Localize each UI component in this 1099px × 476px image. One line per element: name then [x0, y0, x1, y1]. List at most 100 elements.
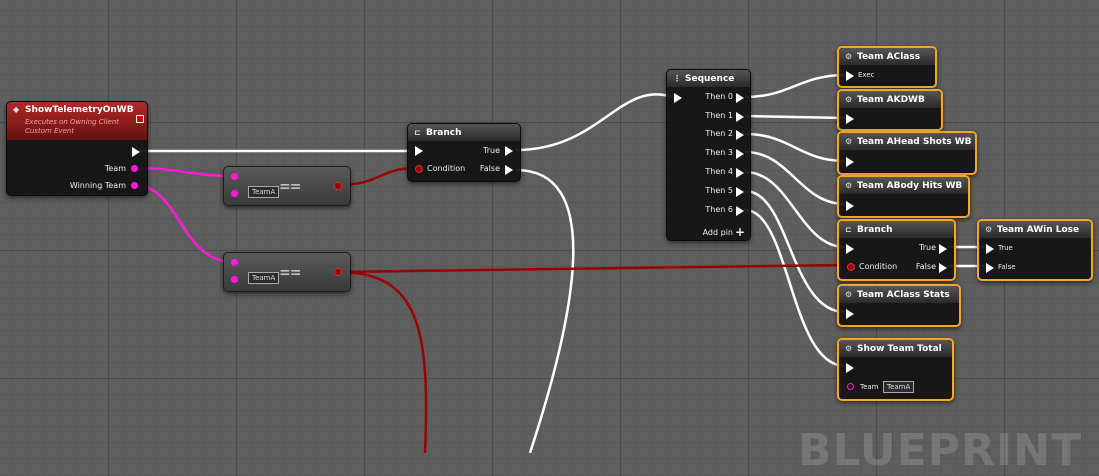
- equal-enum-node-2[interactable]: TeamA ==: [223, 252, 351, 292]
- bool-wire: [337, 270, 428, 453]
- show-team-total-exec-pin[interactable]: [846, 363, 854, 373]
- team-output-pin[interactable]: [131, 165, 138, 172]
- show-team-total-node[interactable]: ⚙ Show Team Total Team TeamA: [837, 338, 954, 401]
- branch2-false-pin[interactable]: [939, 263, 947, 273]
- add-pin-plus-icon[interactable]: +: [735, 225, 745, 239]
- sequence-then-5-pin[interactable]: [736, 187, 744, 197]
- branch1-condition-label: Condition: [427, 164, 466, 173]
- branch2-true-pin[interactable]: [939, 244, 947, 254]
- blueprint-watermark: BLUEPRINT: [798, 425, 1083, 476]
- eq2-input-b-pin[interactable]: [231, 276, 238, 283]
- team-aclass-stats-node[interactable]: ⚙ Team AClass Stats: [837, 284, 961, 327]
- sequence-exec-in-pin[interactable]: [674, 93, 682, 103]
- sequence-then-6-pin[interactable]: [736, 206, 744, 216]
- sequence-add-pin-label[interactable]: Add pin: [703, 228, 733, 237]
- exec-wire: [515, 168, 575, 453]
- team-awin-lose-false-pin[interactable]: [986, 263, 994, 273]
- branch1-condition-pin[interactable]: [415, 165, 423, 173]
- team-aclass-title: Team AClass: [857, 52, 921, 62]
- team-ahead-shots-exec-pin[interactable]: [846, 157, 854, 167]
- custom-event-node[interactable]: ◆ ShowTelemetryOnWB Executes on Owning Cl…: [6, 101, 148, 196]
- team-akdwb-node[interactable]: ⚙ Team AKDWB: [837, 89, 943, 131]
- team-awin-lose-true-pin[interactable]: [986, 244, 994, 254]
- team-abody-hits-header: ⚙ Team ABody Hits WB: [839, 177, 968, 194]
- branch2-header: ⊏ Branch: [839, 221, 954, 238]
- sequence-then-2-label: Then 2: [705, 129, 733, 138]
- team-aclass-stats-title: Team AClass Stats: [857, 290, 950, 300]
- team-ahead-shots-node[interactable]: ⚙ Team AHead Shots WB: [837, 131, 977, 175]
- branch2-exec-in-pin[interactable]: [846, 244, 854, 254]
- exec-wire: [515, 93, 673, 152]
- team-aclass-stats-header: ⚙ Team AClass Stats: [839, 286, 959, 303]
- function-icon: ⚙: [845, 181, 853, 190]
- winning-team-output-pin[interactable]: [131, 182, 138, 189]
- team-awin-lose-header: ⚙ Team AWin Lose: [979, 221, 1091, 238]
- event-exec-out-pin[interactable]: [132, 147, 140, 157]
- sequence-then-2-pin[interactable]: [736, 130, 744, 140]
- event-subtitle-2: Custom Event: [25, 127, 75, 135]
- branch1-false-label: False: [479, 164, 500, 173]
- eq2-input-a-pin[interactable]: [231, 259, 238, 266]
- team-abody-hits-node[interactable]: ⚙ Team ABody Hits WB: [837, 175, 970, 218]
- sequence-then-5-label: Then 5: [705, 186, 733, 195]
- event-delegate-pin[interactable]: [136, 115, 144, 123]
- sequence-then-1-label: Then 1: [705, 111, 733, 120]
- branch1-exec-in-pin[interactable]: [415, 146, 423, 156]
- branch2-true-label: True: [919, 243, 936, 252]
- team-awin-lose-node[interactable]: ⚙ Team AWin Lose True False: [977, 219, 1093, 281]
- branch-node-1[interactable]: ⊏ Branch Condition True False: [407, 123, 521, 182]
- sequence-title: Sequence: [685, 74, 735, 84]
- team-aclass-header: ⚙ Team AClass: [839, 48, 935, 65]
- exec-wire: [744, 132, 846, 163]
- sequence-node[interactable]: ⋮ Sequence Then 0 Then 1 Then 2 Then 3 Th…: [666, 69, 751, 241]
- team-ahead-shots-header: ⚙ Team AHead Shots WB: [839, 133, 975, 150]
- sequence-then-1-pin[interactable]: [736, 112, 744, 122]
- eq1-input-a-pin[interactable]: [231, 173, 238, 180]
- sequence-then-0-label: Then 0: [705, 92, 733, 101]
- show-team-total-team-value[interactable]: TeamA: [883, 381, 915, 393]
- team-abody-hits-title: Team ABody Hits WB: [857, 181, 963, 191]
- team-aclass-stats-exec-pin[interactable]: [846, 309, 854, 319]
- team-awin-lose-false-label: False: [998, 263, 1016, 271]
- eq1-result-pin[interactable]: [334, 182, 342, 190]
- sequence-then-4-label: Then 4: [705, 167, 733, 176]
- show-team-total-team-pin[interactable]: [847, 383, 854, 390]
- event-header: ◆ ShowTelemetryOnWB Executes on Owning Cl…: [7, 102, 147, 140]
- eq2-result-pin[interactable]: [334, 268, 342, 276]
- function-icon: ⚙: [845, 344, 853, 353]
- sequence-then-4-pin[interactable]: [736, 168, 744, 178]
- branch1-true-pin[interactable]: [505, 146, 513, 156]
- exec-wire: [744, 114, 846, 120]
- eq2-literal-value[interactable]: TeamA: [248, 272, 280, 284]
- function-icon: ⚙: [845, 137, 853, 146]
- team-aclass-exec-label: Exec: [858, 71, 875, 79]
- eq1-equal-symbol: ==: [279, 179, 301, 195]
- sequence-header: ⋮ Sequence: [667, 70, 750, 87]
- function-icon: ⚙: [845, 290, 853, 299]
- branch2-false-label: False: [915, 262, 936, 271]
- event-diamond-icon: ◆: [13, 105, 20, 114]
- sequence-then-0-pin[interactable]: [736, 93, 744, 103]
- sequence-then-6-label: Then 6: [705, 205, 733, 214]
- equal-enum-node-1[interactable]: TeamA ==: [223, 166, 351, 206]
- sequence-then-3-label: Then 3: [705, 148, 733, 157]
- function-icon: ⚙: [845, 52, 853, 61]
- team-aclass-exec-pin[interactable]: [846, 71, 854, 81]
- eq1-literal-value[interactable]: TeamA: [248, 186, 280, 198]
- team-pin-label: Team: [104, 164, 126, 173]
- team-abody-hits-exec-pin[interactable]: [846, 201, 854, 211]
- event-subtitle: Executes on Owning Client: [25, 118, 120, 126]
- sequence-then-3-pin[interactable]: [736, 149, 744, 159]
- branch1-false-pin[interactable]: [505, 165, 513, 175]
- function-icon: ⚙: [845, 95, 853, 104]
- team-akdwb-title: Team AKDWB: [857, 95, 925, 105]
- exec-wire: [744, 208, 846, 368]
- branch2-condition-pin[interactable]: [847, 263, 855, 271]
- eq2-equal-symbol: ==: [279, 265, 301, 281]
- branch-node-2[interactable]: ⊏ Branch Condition True False: [837, 219, 956, 281]
- team-aclass-node[interactable]: ⚙ Team AClass Exec: [837, 46, 937, 88]
- eq1-input-b-pin[interactable]: [231, 190, 238, 197]
- show-team-total-team-label: Team: [860, 383, 879, 391]
- team-akdwb-exec-pin[interactable]: [846, 114, 854, 124]
- sequence-icon: ⋮: [673, 74, 681, 83]
